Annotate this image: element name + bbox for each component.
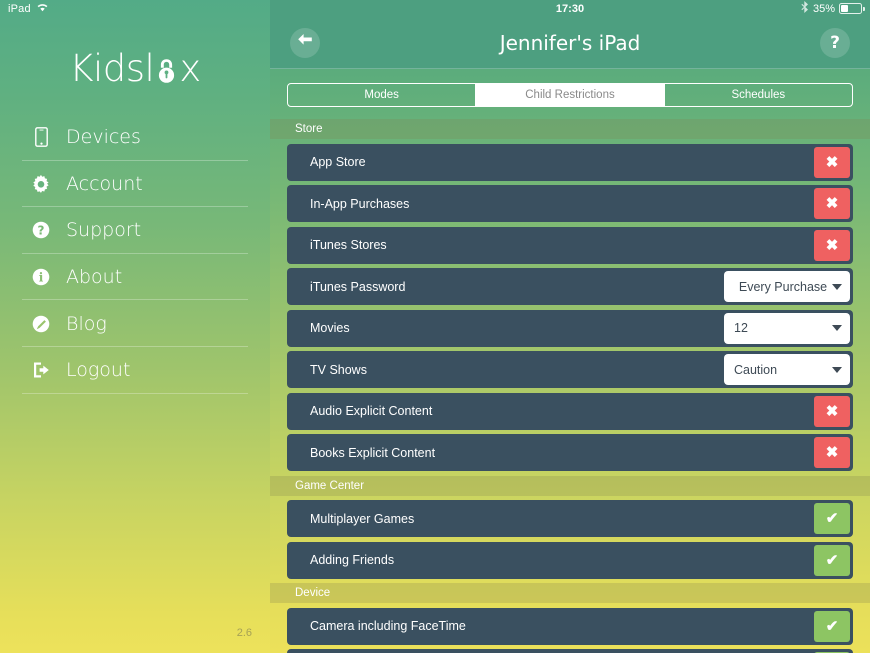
check-icon: ✔ — [825, 617, 839, 635]
row-label: Audio Explicit Content — [310, 404, 433, 418]
back-arrow-icon — [297, 33, 313, 52]
svg-text:?: ? — [38, 224, 45, 238]
segmented-control: Modes Child Restrictions Schedules — [287, 83, 853, 107]
bluetooth-icon — [801, 1, 809, 16]
chevron-down-icon — [832, 325, 842, 331]
row-camera-including-facetime[interactable]: Camera including FaceTime ✔ — [287, 607, 853, 645]
battery-icon — [839, 3, 865, 14]
sidebar-item-support[interactable]: ? Support — [0, 207, 270, 254]
row-audio-explicit-content[interactable]: Audio Explicit Content ✖ — [287, 392, 853, 430]
svg-text:i: i — [39, 271, 44, 285]
gear-icon — [30, 174, 52, 193]
app-root: iPad Kidsl x Devices Account ? Support i… — [0, 0, 870, 653]
select-tv-shows[interactable]: Caution — [724, 354, 850, 385]
restrictions-list: Store App Store ✖ In-App Purchases ✖ iTu… — [270, 119, 870, 653]
row-label: In-App Purchases — [310, 196, 410, 211]
row-label: Books Explicit Content — [310, 445, 436, 460]
sidebar: iPad Kidsl x Devices Account ? Support i… — [0, 0, 270, 653]
select-value: Every Purchase — [738, 279, 828, 294]
logo-text-before: Kidsl — [69, 47, 155, 90]
tab-modes[interactable]: Modes — [288, 84, 477, 106]
sidebar-item-devices[interactable]: Devices — [0, 114, 270, 161]
status-time: 17:30 — [555, 2, 585, 15]
cross-icon: ✖ — [825, 153, 839, 171]
toggle-adding-friends[interactable]: ✔ — [814, 544, 850, 576]
tab-schedules[interactable]: Schedules — [665, 84, 852, 106]
sidebar-item-about[interactable]: i About — [0, 254, 270, 301]
status-device-label: iPad — [8, 2, 31, 15]
section-header-device: Device — [270, 583, 870, 603]
toggle-audio-explicit-content[interactable]: ✖ — [814, 395, 850, 427]
row-multiplayer-games[interactable]: Multiplayer Games ✔ — [287, 500, 853, 537]
status-bar-right: 35% — [801, 0, 865, 17]
wifi-icon — [36, 2, 49, 15]
cross-icon: ✖ — [825, 402, 839, 420]
row-adding-friends[interactable]: Adding Friends ✔ — [287, 541, 853, 579]
sidebar-nav: Devices Account ? Support i About Blog L… — [0, 114, 270, 394]
row-itunes-password[interactable]: iTunes Password Every Purchase — [287, 268, 853, 305]
row-label: App Store — [310, 155, 366, 169]
toggle-app-store[interactable]: ✖ — [814, 146, 850, 178]
main-panel: 17:30 35% Jennifer's iPad ? Modes Child … — [270, 0, 870, 653]
app-version: 2.6 — [236, 627, 252, 639]
mobile-phone-icon — [30, 127, 52, 148]
section-header-store: Store — [270, 119, 870, 139]
row-label: Multiplayer Games — [310, 511, 415, 526]
row-partial-next[interactable]: ✔ — [287, 649, 853, 653]
logo-text-after: x — [179, 47, 201, 90]
cross-icon: ✖ — [825, 195, 839, 212]
help-button[interactable]: ? — [820, 27, 850, 58]
select-value: 12 — [734, 321, 748, 335]
chevron-down-icon — [832, 366, 842, 373]
cross-icon: ✖ — [825, 444, 839, 461]
select-itunes-password[interactable]: Every Purchase — [724, 271, 850, 302]
section-header-game-center: Game Center — [270, 475, 870, 496]
sidebar-item-blog[interactable]: Blog — [0, 300, 270, 347]
chevron-down-icon — [832, 283, 842, 290]
row-in-app-purchases[interactable]: In-App Purchases ✖ — [287, 185, 853, 222]
back-button[interactable] — [290, 27, 320, 58]
row-label: iTunes Stores — [310, 238, 387, 252]
sign-out-icon — [30, 361, 52, 379]
row-label: Camera including FaceTime — [310, 619, 466, 633]
row-tv-shows[interactable]: TV Shows Caution — [287, 351, 853, 388]
nav-bar: Jennifer's iPad ? — [270, 17, 870, 69]
info-circle-icon: i — [30, 268, 52, 286]
status-bar: 17:30 35% — [270, 0, 870, 17]
brand-logo: Kidsl x — [0, 47, 270, 90]
row-label: Adding Friends — [310, 553, 395, 567]
battery-percent-label: 35% — [812, 2, 835, 15]
sidebar-status-bar: iPad — [8, 2, 49, 15]
sidebar-item-label: Account — [66, 172, 143, 195]
toggle-multiplayer-games[interactable]: ✔ — [814, 503, 850, 534]
toggle-in-app-purchases[interactable]: ✖ — [814, 188, 850, 219]
sidebar-item-account[interactable]: Account — [0, 161, 270, 208]
sidebar-item-label: Support — [66, 219, 142, 242]
row-books-explicit-content[interactable]: Books Explicit Content ✖ — [287, 434, 853, 471]
toggle-itunes-stores[interactable]: ✖ — [814, 229, 850, 261]
tab-child-restrictions[interactable]: Child Restrictions — [476, 84, 665, 106]
sidebar-item-logout[interactable]: Logout — [0, 347, 270, 394]
segmented-control-wrapper: Modes Child Restrictions Schedules — [270, 69, 870, 107]
sidebar-item-label: About — [66, 266, 123, 289]
sidebar-item-label: Devices — [66, 126, 141, 149]
pencil-circle-icon — [30, 315, 52, 333]
question-circle-icon: ? — [30, 221, 52, 239]
sidebar-item-label: Logout — [66, 359, 131, 382]
toggle-camera-including-facetime[interactable]: ✔ — [814, 610, 850, 642]
row-app-store[interactable]: App Store ✖ — [287, 143, 853, 181]
toggle-books-explicit-content[interactable]: ✖ — [814, 437, 850, 468]
check-icon: ✔ — [825, 510, 839, 527]
question-mark-icon: ? — [830, 32, 840, 53]
sidebar-item-label: Blog — [66, 312, 107, 335]
padlock-icon — [155, 57, 178, 85]
select-movies[interactable]: 12 — [724, 312, 850, 344]
check-icon: ✔ — [825, 551, 839, 569]
select-value: Caution — [734, 362, 778, 377]
page-title: Jennifer's iPad — [499, 30, 641, 55]
row-itunes-stores[interactable]: iTunes Stores ✖ — [287, 226, 853, 264]
cross-icon: ✖ — [825, 236, 839, 254]
row-movies[interactable]: Movies 12 — [287, 309, 853, 347]
